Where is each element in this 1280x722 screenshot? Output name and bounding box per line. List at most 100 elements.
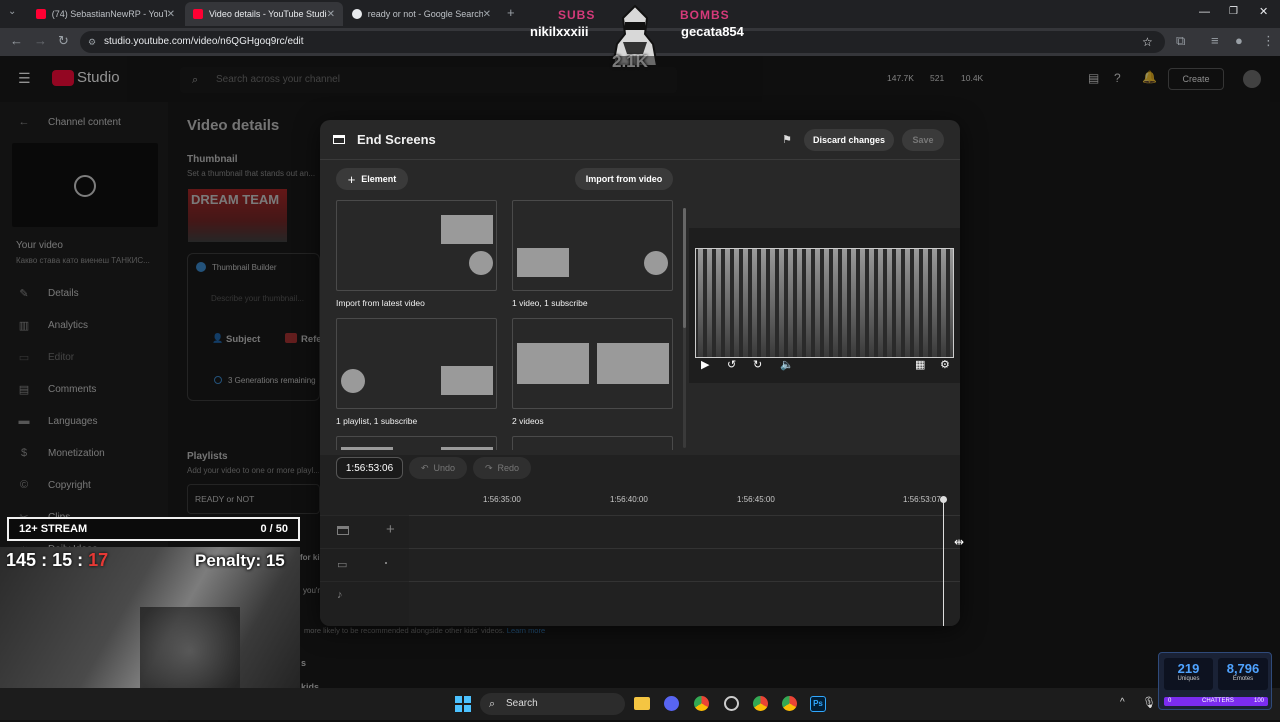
settings-gear-icon[interactable]: ⚙ bbox=[940, 358, 950, 371]
youtube-logo-icon[interactable] bbox=[52, 70, 74, 86]
template-2videos[interactable] bbox=[512, 318, 673, 409]
image-icon bbox=[285, 333, 297, 343]
template-partial[interactable] bbox=[336, 436, 497, 450]
chrome-icon[interactable] bbox=[694, 696, 709, 711]
add-element-button[interactable]: + Element bbox=[336, 168, 408, 190]
film-stripe bbox=[905, 249, 910, 357]
save-button[interactable]: Save bbox=[902, 129, 944, 151]
undo-button[interactable]: ↶ Undo bbox=[409, 457, 467, 479]
template-1playlist-1subscribe[interactable] bbox=[336, 318, 497, 409]
chrome-icon[interactable] bbox=[782, 696, 797, 711]
close-icon[interactable]: ✕ bbox=[483, 9, 491, 20]
video-track[interactable]: ▭ bbox=[320, 548, 960, 581]
copyright-icon: © bbox=[19, 479, 29, 491]
templates-scroll-area[interactable]: Import from latest video 1 video, 1 subs… bbox=[336, 200, 689, 450]
youtube-icon bbox=[36, 9, 46, 19]
subs-label: SUBS bbox=[558, 8, 596, 22]
close-window-icon[interactable]: ✕ bbox=[1259, 5, 1268, 18]
playhead[interactable] bbox=[943, 500, 944, 626]
reload-icon[interactable]: ↻ bbox=[58, 33, 69, 49]
save-label: Save bbox=[912, 135, 934, 145]
video-player[interactable]: ▶ ↺ ↻ 🔈 ▦ ⚙ bbox=[689, 228, 960, 383]
app-icon[interactable] bbox=[724, 696, 739, 711]
dollar-icon: $ bbox=[20, 447, 28, 459]
browser-tab-2[interactable]: ready or not - Google Search ✕ bbox=[344, 2, 499, 26]
volume-icon[interactable]: 🔈 bbox=[780, 358, 794, 371]
import-from-video-button[interactable]: Import from video bbox=[575, 168, 673, 190]
feedback-icon[interactable]: ⚑ bbox=[782, 133, 792, 146]
learn-more-link[interactable]: Learn more bbox=[507, 626, 545, 635]
template-1video-1subscribe[interactable] bbox=[512, 200, 673, 291]
playhead-knob[interactable] bbox=[940, 496, 947, 503]
microphone-icon[interactable]: 🎙 bbox=[1142, 696, 1156, 709]
timecode-input[interactable]: 1:56:53:06 bbox=[336, 457, 403, 479]
help-icon[interactable]: ? bbox=[1114, 71, 1121, 85]
discord-icon[interactable] bbox=[664, 696, 679, 711]
sidebar-item-languages[interactable]: ▬ Languages bbox=[16, 415, 98, 427]
discard-changes-button[interactable]: Discard changes bbox=[804, 129, 894, 151]
tray-chevron-icon[interactable]: ^ bbox=[1120, 697, 1125, 708]
sidebar-item-details[interactable]: ✎ Details bbox=[16, 287, 78, 300]
avatar[interactable] bbox=[1243, 70, 1261, 88]
file-explorer-icon[interactable] bbox=[634, 697, 650, 710]
sidebar-item-comments[interactable]: ▤ Comments bbox=[16, 383, 97, 396]
url-text: studio.youtube.com/video/n6QGHgoq9rc/edi… bbox=[104, 36, 304, 47]
end-screen-track[interactable]: + bbox=[320, 515, 960, 548]
taskbar-search[interactable]: ⌕ Search bbox=[480, 693, 625, 715]
sidebar-item-editor[interactable]: ▭ Editor bbox=[16, 351, 74, 364]
audio-track[interactable]: ♪ bbox=[320, 581, 960, 614]
thumbnail-image[interactable]: DREAM TEAM bbox=[188, 189, 287, 242]
bell-icon[interactable]: 🔔 bbox=[1142, 70, 1157, 84]
photoshop-icon[interactable]: Ps bbox=[810, 696, 826, 712]
builder-prompt-input[interactable]: Describe your thumbnail... bbox=[211, 294, 319, 303]
channel-search-input[interactable]: ⌕ Search across your channel bbox=[180, 67, 677, 93]
timeline-tick: 1:56:53:07 bbox=[903, 495, 941, 504]
playlist-placeholder bbox=[441, 366, 493, 395]
browser-tab-0[interactable]: (74) SebastianNewRP - YouTube ✕ bbox=[28, 2, 183, 26]
studio-logo[interactable]: Studio bbox=[77, 69, 120, 86]
feedback-icon[interactable]: ▤ bbox=[1088, 71, 1099, 85]
new-tab-icon[interactable]: + bbox=[507, 5, 515, 20]
reference-button[interactable]: Refe bbox=[301, 334, 322, 345]
bookmark-star-icon[interactable]: ☆ bbox=[1142, 31, 1153, 53]
template-import-latest[interactable] bbox=[336, 200, 497, 291]
tab-title: ready or not - Google Search bbox=[367, 9, 483, 19]
film-stripe bbox=[950, 249, 955, 357]
create-button[interactable]: Create bbox=[1168, 68, 1224, 90]
extensions-icon[interactable]: ⧉ bbox=[1176, 33, 1185, 49]
media-controls-icon[interactable]: ≡ bbox=[1211, 33, 1219, 48]
subscribe-placeholder bbox=[469, 251, 493, 275]
playlist-select[interactable]: READY or NOT bbox=[187, 484, 320, 514]
hamburger-icon[interactable]: ☰ bbox=[18, 70, 31, 87]
chrome-icon[interactable] bbox=[753, 696, 768, 711]
play-icon[interactable]: ▶ bbox=[701, 358, 709, 371]
profile-icon[interactable]: ● bbox=[1235, 33, 1243, 48]
grid-icon[interactable]: ▦ bbox=[915, 358, 925, 371]
windows-start-icon[interactable] bbox=[455, 696, 471, 712]
back-label: Channel content bbox=[48, 116, 121, 128]
rewind-10-icon[interactable]: ↺ bbox=[727, 358, 736, 371]
menu-icon[interactable]: ⋮ bbox=[1262, 33, 1275, 49]
redo-button[interactable]: ↷ Redo bbox=[473, 457, 531, 479]
channel-content-back[interactable]: ← Channel content bbox=[16, 116, 121, 128]
sidebar-item-analytics[interactable]: ▥ Analytics bbox=[16, 319, 88, 332]
minimize-icon[interactable]: — bbox=[1199, 6, 1210, 18]
restore-icon[interactable]: ❐ bbox=[1229, 6, 1238, 17]
forward-10-icon[interactable]: ↻ bbox=[753, 358, 762, 371]
subject-button[interactable]: Subject bbox=[226, 334, 260, 345]
browser-tab-1[interactable]: Video details - YouTube Studio ✕ bbox=[185, 2, 343, 26]
undo-icon: ↶ bbox=[420, 462, 429, 473]
templates-scrollbar[interactable] bbox=[683, 208, 686, 448]
template-partial[interactable] bbox=[512, 436, 673, 450]
forward-icon[interactable]: → bbox=[34, 33, 47, 48]
site-info-icon[interactable]: ⚙ bbox=[88, 31, 96, 53]
thumbnail-heading: Thumbnail bbox=[187, 154, 238, 165]
close-icon[interactable]: ✕ bbox=[327, 9, 335, 20]
sidebar-item-copyright[interactable]: © Copyright bbox=[16, 479, 91, 491]
tab-search-dropdown[interactable]: ⌄ bbox=[8, 6, 16, 17]
video-preview[interactable] bbox=[12, 143, 158, 227]
film-stripe bbox=[752, 249, 757, 357]
close-icon[interactable]: ✕ bbox=[167, 9, 175, 20]
back-icon[interactable]: ← bbox=[10, 33, 23, 48]
sidebar-item-monetization[interactable]: $ Monetization bbox=[16, 447, 105, 459]
